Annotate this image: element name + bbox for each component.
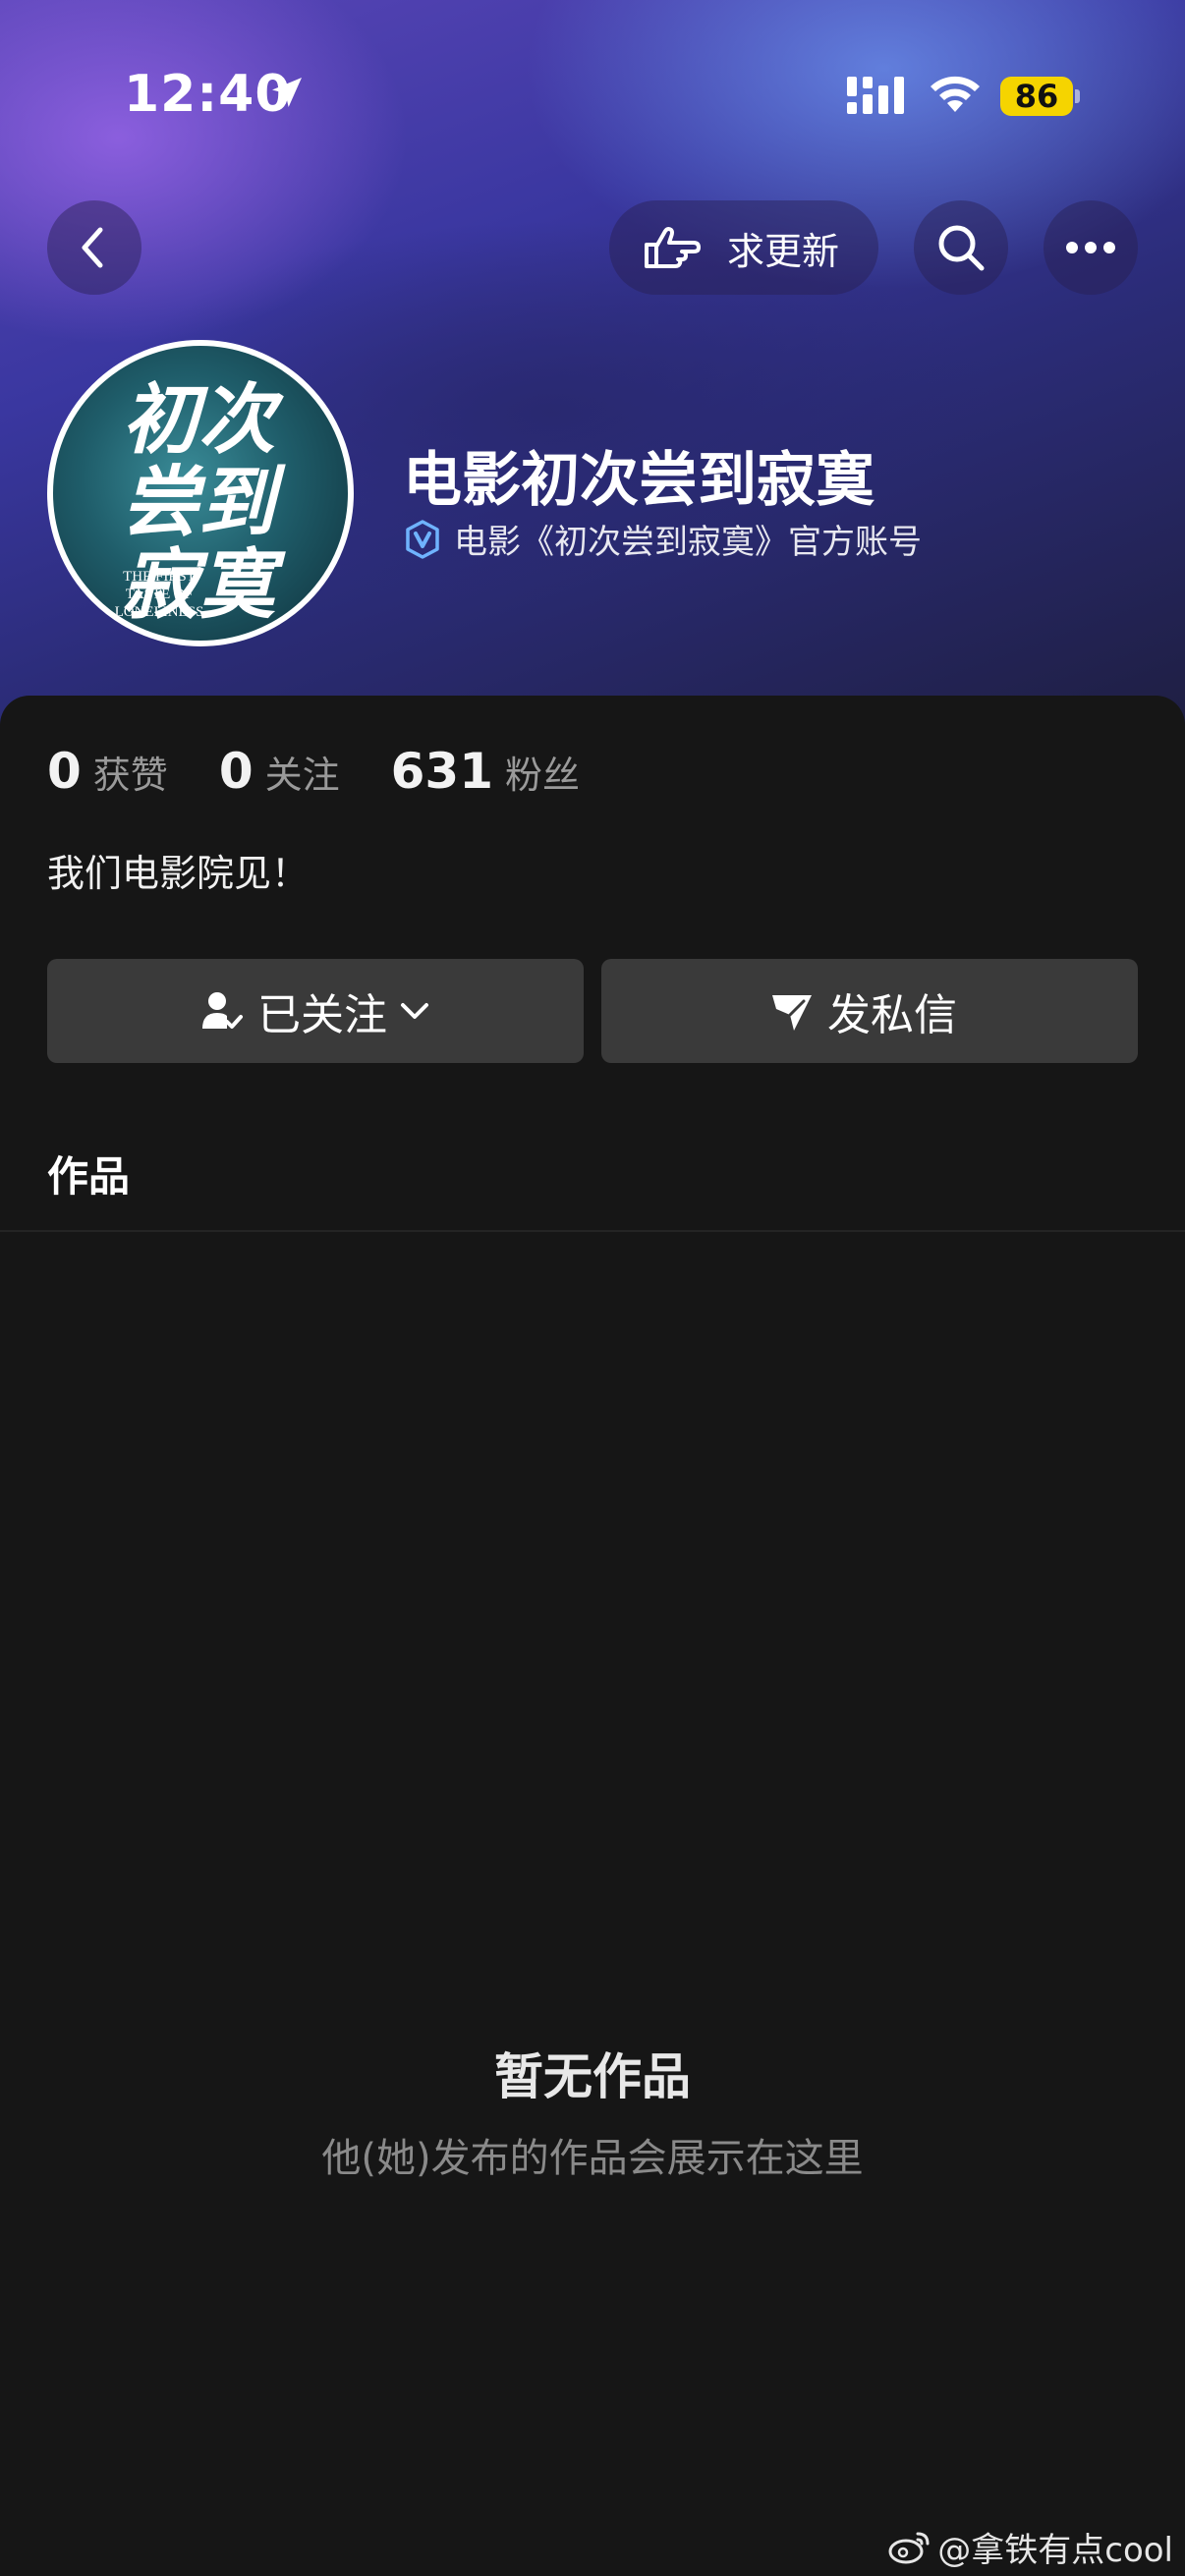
send-message-button[interactable]: 发私信 xyxy=(601,959,1138,1063)
stat-following-count: 0 xyxy=(218,743,254,800)
empty-state-subtitle: 他(她)发布的作品会展示在这里 xyxy=(321,2136,864,2181)
battery-indicator: 86 xyxy=(1000,77,1080,116)
account-name: 电影初次尝到寂寞 xyxy=(403,446,875,515)
watermark-text: @拿铁有点cool xyxy=(937,2531,1173,2570)
stat-followers-label: 粉丝 xyxy=(505,754,581,797)
wifi-icon xyxy=(931,76,980,112)
profile-stats: 0 获赞 0 关注 631 粉丝 xyxy=(47,743,631,800)
request-update-button[interactable]: 求更新 xyxy=(609,200,878,295)
more-options-button[interactable] xyxy=(1044,200,1138,295)
send-message-label: 发私信 xyxy=(827,990,957,1040)
profile-bio: 我们电影院见！ xyxy=(47,852,310,895)
stat-likes-label: 获赞 xyxy=(92,754,168,797)
watermark: @拿铁有点cool xyxy=(888,2523,1173,2571)
pointing-hand-icon xyxy=(645,227,701,268)
stat-following[interactable]: 0 关注 xyxy=(219,743,340,800)
stat-likes[interactable]: 0 获赞 xyxy=(47,743,168,800)
back-button[interactable] xyxy=(47,200,141,295)
search-button[interactable] xyxy=(914,200,1008,295)
stat-following-label: 关注 xyxy=(264,754,340,797)
search-icon xyxy=(938,225,985,271)
battery-tip xyxy=(1075,89,1080,103)
avatar-logo-subtitle: THE FIRST TASTE OF LONELINESS xyxy=(114,569,204,620)
stat-followers-count: 631 xyxy=(390,743,493,800)
status-time: 12:40 xyxy=(124,65,292,124)
cellular-signal-icon xyxy=(847,77,904,114)
location-arrow-icon xyxy=(272,78,302,107)
chevron-left-icon xyxy=(82,227,103,268)
stat-likes-count: 0 xyxy=(47,743,82,800)
verified-badge-icon xyxy=(406,519,439,559)
followed-button[interactable]: 已关注 xyxy=(47,959,584,1063)
user-check-icon xyxy=(202,992,243,1029)
tab-works[interactable]: 作品 xyxy=(47,1144,130,1204)
stat-followers[interactable]: 631 粉丝 xyxy=(391,743,580,800)
empty-state-title: 暂无作品 xyxy=(494,2048,691,2105)
request-update-label: 求更新 xyxy=(727,229,840,273)
followed-label: 已关注 xyxy=(257,990,387,1040)
battery-level: 86 xyxy=(1000,77,1073,116)
verified-description: 电影《初次尝到寂寞》官方账号 xyxy=(454,523,922,562)
avatar[interactable]: 初次尝到寂寞 THE FIRST TASTE OF LONELINESS xyxy=(47,340,354,646)
send-paper-plane-icon xyxy=(772,995,812,1031)
weibo-logo-icon xyxy=(888,2532,930,2563)
more-dots-icon xyxy=(1066,242,1115,253)
verification-row: 电影《初次尝到寂寞》官方账号 xyxy=(403,515,922,563)
chevron-down-icon xyxy=(401,1003,428,1019)
tab-divider xyxy=(0,1230,1185,1232)
